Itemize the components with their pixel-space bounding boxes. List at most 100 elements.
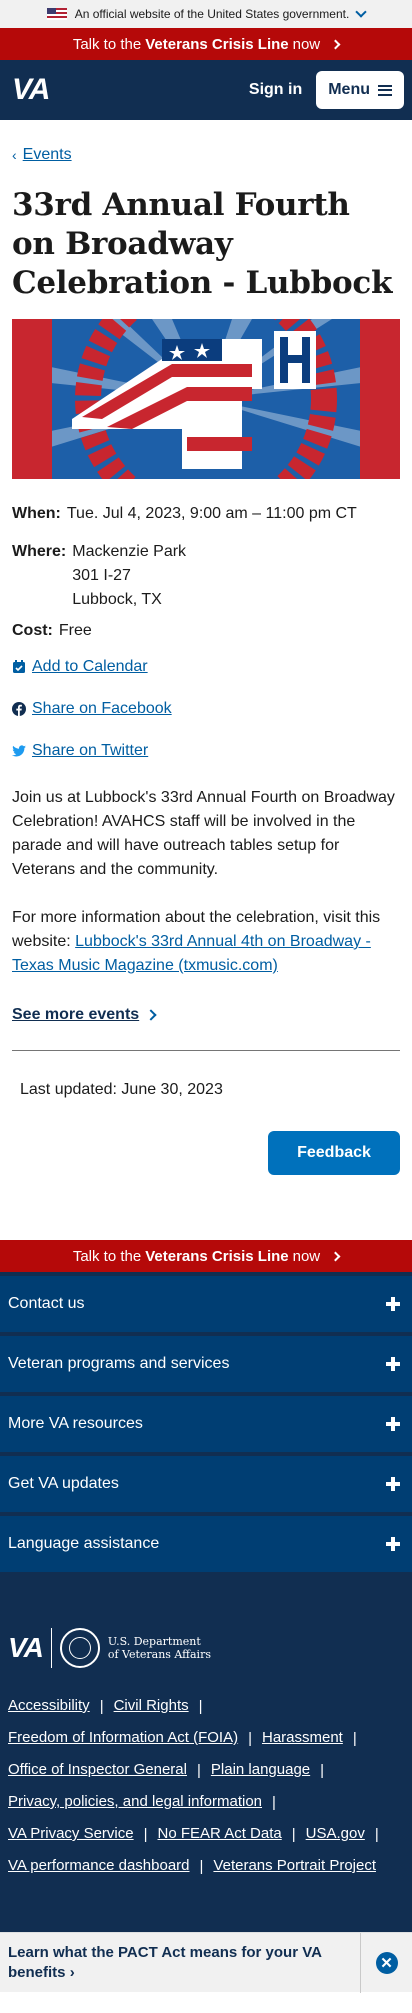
share-facebook[interactable]: Share on Facebook (12, 700, 400, 718)
gov-banner[interactable]: An official website of the United States… (0, 0, 412, 28)
plus-icon (386, 1417, 400, 1431)
accordion-get-updates[interactable]: Get VA updates (0, 1456, 412, 1512)
footer-link-harassment[interactable]: Harassment (262, 1728, 343, 1748)
breadcrumb: ‹ Events (12, 146, 400, 164)
accordion-label: Contact us (8, 1295, 85, 1312)
plus-icon (386, 1477, 400, 1491)
crisis-bold: Veterans Crisis Line (145, 1247, 289, 1265)
department-name: U.S. Department of Veterans Affairs (108, 1635, 211, 1661)
dept-line-1: U.S. Department (107, 1635, 201, 1648)
crisis-line-banner[interactable]: Talk to the Veterans Crisis Line now (0, 28, 412, 60)
event-actions: Add to Calendar Share on Facebook Share … (12, 658, 400, 760)
accordion-veteran-programs[interactable]: Veteran programs and services (0, 1336, 412, 1392)
share-twitter[interactable]: Share on Twitter (12, 742, 400, 760)
pact-act-banner: Learn what the PACT Act means for your V… (0, 1932, 412, 1993)
crisis-suffix: now (292, 35, 321, 53)
share-facebook-link[interactable]: Share on Facebook (32, 700, 172, 718)
footer-link-accessibility[interactable]: Accessibility (8, 1696, 90, 1716)
where-label: Where: (12, 543, 67, 560)
menu-label: Menu (328, 81, 370, 98)
feedback-wrap: Feedback (12, 1131, 400, 1175)
feedback-button[interactable]: Feedback (268, 1131, 400, 1175)
footer-crisis-line-banner[interactable]: Talk to the Veterans Crisis Line now (0, 1240, 412, 1272)
share-twitter-link[interactable]: Share on Twitter (32, 742, 148, 760)
fourth-on-broadway-graphic (12, 319, 400, 479)
footer-logo[interactable]: VA U.S. Department of Veterans Affairs (0, 1576, 412, 1668)
event-when: When: Tue. Jul 4, 2023, 9:00 am – 11:00 … (12, 505, 400, 523)
plus-icon (386, 1537, 400, 1551)
add-to-calendar-link[interactable]: Add to Calendar (32, 658, 148, 676)
main-content: ‹ Events 33rd Annual Fourth on Broadway … (0, 146, 412, 1175)
va-logo[interactable]: VA (12, 73, 50, 107)
footer-link-portrait-project[interactable]: Veterans Portrait Project (213, 1856, 376, 1876)
accordion-language-assistance[interactable]: Language assistance (0, 1516, 412, 1572)
footer-link-performance-dashboard[interactable]: VA performance dashboard (8, 1856, 190, 1876)
see-more-events-link[interactable]: See more events (12, 1006, 139, 1024)
header-actions: Sign in Menu (249, 71, 404, 109)
chevron-down-icon[interactable] (355, 6, 367, 18)
footer-link-privacy[interactable]: Privacy, policies, and legal information (8, 1792, 262, 1812)
page-title: 33rd Annual Fourth on Broadway Celebrati… (12, 187, 393, 301)
sign-in-button[interactable]: Sign in (249, 81, 302, 99)
site-footer: Contact us Veteran programs and services… (0, 1272, 412, 1932)
add-to-calendar[interactable]: Add to Calendar (12, 658, 400, 676)
see-more-events[interactable]: See more events (12, 1006, 400, 1024)
chevron-right-icon (330, 39, 341, 49)
calendar-check-icon (13, 660, 25, 673)
where-line-1: Mackenzie Park (72, 543, 187, 560)
footer-link-privacy-service[interactable]: VA Privacy Service (8, 1824, 134, 1844)
footer-link-civil-rights[interactable]: Civil Rights (114, 1696, 189, 1716)
us-flag-icon (46, 8, 67, 20)
plus-icon (386, 1357, 400, 1371)
site-header: VA Sign in Menu (0, 60, 412, 120)
event-description: Join us at Lubbock's 33rd Annual Fourth … (12, 789, 395, 878)
accordion-label: Veteran programs and services (8, 1355, 230, 1372)
where-line-3: Lubbock, TX (72, 591, 162, 608)
where-line-2: 301 I-27 (72, 567, 131, 584)
accordion-contact-us[interactable]: Contact us (0, 1276, 412, 1332)
footer-link-no-fear[interactable]: No FEAR Act Data (158, 1824, 282, 1844)
chevron-right-icon: › (69, 1963, 75, 1981)
gov-banner-text: An official website of the United States… (74, 7, 350, 21)
twitter-icon (12, 745, 26, 757)
footer-link-usa-gov[interactable]: USA.gov (306, 1824, 365, 1844)
chevron-left-icon: ‹ (12, 147, 17, 163)
logo-divider (50, 1628, 52, 1668)
pact-act-link[interactable]: Learn what the PACT Act means for your V… (0, 1943, 360, 1983)
when-label: When: (12, 505, 61, 522)
cost-label: Cost: (12, 622, 53, 639)
breadcrumb-events-link[interactable]: Events (23, 146, 72, 164)
chevron-right-icon (145, 1009, 157, 1021)
plus-icon (386, 1297, 400, 1311)
footer-va-logo: VA (8, 1632, 44, 1663)
last-updated: Last updated: June 30, 2023 (20, 1081, 223, 1098)
crisis-suffix: now (292, 1247, 321, 1265)
crisis-prefix: Talk to the (72, 35, 142, 53)
close-icon: ✕ (375, 1951, 398, 1974)
event-more-info: For more information about the celebrati… (12, 906, 400, 978)
event-hero-image (12, 319, 400, 479)
accordion-more-resources[interactable]: More VA resources (0, 1396, 412, 1452)
event-where: Where: Mackenzie Park 301 I-27 Lubbock, … (12, 543, 400, 612)
pact-act-text: Learn what the PACT Act means for your V… (8, 1943, 322, 1981)
menu-button[interactable]: Menu (316, 71, 404, 109)
divider (12, 1050, 400, 1051)
event-cost: Cost: Free (12, 622, 400, 640)
footer-link-plain-language[interactable]: Plain language (211, 1760, 310, 1780)
accordion-label: More VA resources (8, 1415, 143, 1432)
crisis-prefix: Talk to the (72, 1247, 142, 1265)
when-value: Tue. Jul 4, 2023, 9:00 am – 11:00 pm CT (66, 505, 357, 522)
footer-links: Accessibility | Civil Rights | Freedom of … (8, 1696, 379, 1876)
footer-link-foia[interactable]: Freedom of Information Act (FOIA) (8, 1728, 238, 1748)
cost-value: Free (58, 622, 92, 639)
crisis-bold: Veterans Crisis Line (145, 35, 289, 53)
pact-close-button[interactable]: ✕ (360, 1932, 412, 1993)
accordion-label: Get VA updates (8, 1475, 119, 1492)
va-seal-icon (59, 1628, 100, 1668)
footer-link-oig[interactable]: Office of Inspector General (8, 1760, 187, 1780)
chevron-right-icon (330, 1251, 341, 1261)
dept-line-2: of Veterans Affairs (107, 1648, 211, 1661)
facebook-icon (12, 702, 26, 716)
accordion-label: Language assistance (8, 1535, 160, 1552)
hamburger-icon (378, 84, 392, 96)
